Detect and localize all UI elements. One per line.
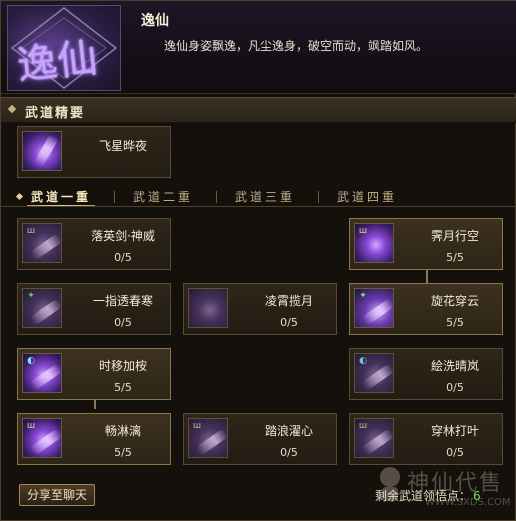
emblem-calligraphy: 逸仙 bbox=[15, 34, 104, 90]
skill-level: 0/5 bbox=[280, 316, 298, 329]
essence-section-header: 武道精要 bbox=[1, 97, 516, 123]
skill-card[interactable]: ◐ 时移加桉 5/5 bbox=[17, 348, 171, 400]
tab-separator bbox=[114, 191, 115, 203]
skill-name: 落英剑·神威 bbox=[91, 229, 155, 243]
active-tab-marker-icon bbox=[15, 192, 24, 201]
skill-name: 絵洗晴岚 bbox=[430, 359, 479, 373]
skill-level: 5/5 bbox=[446, 316, 464, 329]
wave-step-icon: ш bbox=[188, 418, 228, 458]
skill-name: 穿林打叶 bbox=[430, 424, 479, 438]
skill-card[interactable]: ш 霁月行空 5/5 bbox=[349, 218, 503, 270]
sword-slash-icon: ш bbox=[22, 223, 62, 263]
skill-name: 踏浪濯心 bbox=[264, 424, 313, 438]
essence-skill-name: 飞星晔夜 bbox=[98, 139, 147, 153]
mist-wave-icon: ◐ bbox=[354, 353, 394, 393]
skill-level: 0/5 bbox=[280, 446, 298, 459]
watermark: 神仙代售 WWW.SXDS.COM bbox=[373, 455, 513, 517]
remaining-points: 剩余武道领悟点： 6 bbox=[375, 487, 481, 504]
tab-tier-2[interactable]: 武道二重 bbox=[129, 187, 197, 207]
share-to-chat-button[interactable]: 分享至聊天 bbox=[19, 484, 95, 506]
skill-card[interactable]: ш 畅淋漓 5/5 bbox=[17, 413, 171, 465]
skill-level: 5/5 bbox=[114, 381, 132, 394]
skill-card[interactable]: ✦ 旋花穿云 5/5 bbox=[349, 283, 503, 335]
essence-section-title: 武道精要 bbox=[25, 106, 86, 121]
tabs-divider bbox=[1, 206, 516, 207]
school-emblem: 逸仙 bbox=[7, 5, 121, 91]
moon-vortex-icon bbox=[188, 288, 228, 328]
skill-card[interactable]: 凌霄揽月 0/5 bbox=[183, 283, 337, 335]
skill-name: 凌霄揽月 bbox=[264, 294, 313, 308]
school-name: 逸仙 bbox=[141, 13, 169, 29]
tab-separator bbox=[216, 191, 217, 203]
school-header: 逸仙 逸仙 逸仙身姿飘逸，凡尘逸身，破空而动，飒踏如风。 bbox=[1, 1, 516, 94]
time-shift-icon: ◐ bbox=[22, 353, 62, 393]
skill-name: 一指透春寒 bbox=[92, 294, 153, 308]
school-description: 逸仙身姿飘逸，凡尘逸身，破空而动，飒踏如风。 bbox=[164, 39, 429, 53]
section-bullet-icon bbox=[7, 104, 17, 114]
skill-card[interactable]: ◐ 絵洗晴岚 0/5 bbox=[349, 348, 503, 400]
tab-tier-1[interactable]: 武道一重 bbox=[27, 187, 96, 207]
points-label: 剩余武道领悟点： bbox=[375, 489, 472, 503]
tab-tier-4[interactable]: 武道四重 bbox=[333, 187, 401, 207]
skill-card[interactable]: ✦ 一指透春寒 0/5 bbox=[17, 283, 171, 335]
skill-window: 逸仙 逸仙 逸仙身姿飘逸，凡尘逸身，破空而动，飒踏如风。 武道精要 飞星晔夜 武… bbox=[0, 0, 516, 521]
skill-name: 霁月行空 bbox=[430, 229, 479, 243]
flowing-strike-icon: ш bbox=[22, 418, 62, 458]
tab-tier-3[interactable]: 武道三重 bbox=[231, 187, 299, 207]
skill-name: 畅淋漓 bbox=[104, 424, 141, 438]
purple-figure-icon: ш bbox=[354, 223, 394, 263]
skill-level: 5/5 bbox=[114, 446, 132, 459]
tier-tabs: 武道一重 武道二重 武道三重 武道四重 bbox=[1, 187, 516, 207]
skill-level: 0/5 bbox=[114, 251, 132, 264]
skill-card[interactable]: ш 落英剑·神威 0/5 bbox=[17, 218, 171, 270]
finger-strike-icon: ✦ bbox=[22, 288, 62, 328]
purple-spirit-icon bbox=[22, 131, 62, 171]
essence-skill-card[interactable]: 飞星晔夜 bbox=[17, 126, 171, 178]
skill-level: 5/5 bbox=[446, 251, 464, 264]
leaf-strike-icon: ш bbox=[354, 418, 394, 458]
skill-name: 旋花穿云 bbox=[430, 294, 479, 308]
skill-name: 时移加桉 bbox=[98, 359, 147, 373]
tab-separator bbox=[318, 191, 319, 203]
skill-card[interactable]: ш 踏浪濯心 0/5 bbox=[183, 413, 337, 465]
spinning-blade-icon: ✦ bbox=[354, 288, 394, 328]
skill-level: 0/5 bbox=[446, 381, 464, 394]
skill-level: 0/5 bbox=[114, 316, 132, 329]
points-value: 6 bbox=[473, 489, 481, 503]
